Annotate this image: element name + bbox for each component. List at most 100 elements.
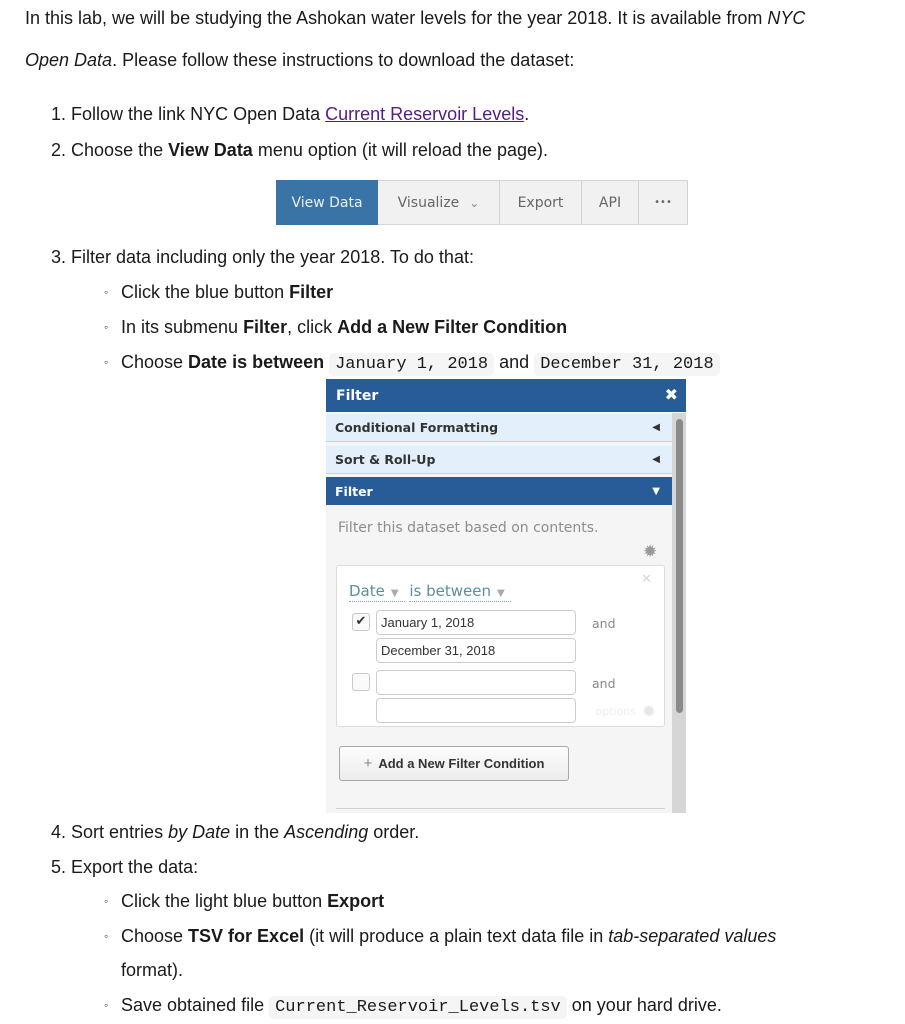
section-label: Filter <box>335 483 373 499</box>
intro-line-2: Open Data. Please follow these instructi… <box>25 50 574 70</box>
filter-panel-title: Filter <box>336 387 379 404</box>
step-text: Sort entries <box>71 822 169 842</box>
filter-panel-header: Filter ✖ <box>326 379 686 412</box>
bullet-icon: ◦ <box>104 285 109 299</box>
step-2: 2. Choose the View Data menu option (it … <box>51 140 548 160</box>
step-number: 2. <box>51 140 67 160</box>
divider <box>336 808 665 809</box>
filter-condition: ✕ Date ▼ is between ▼ ✔ and and options ✹ <box>336 565 665 727</box>
step-emphasis: by Date <box>168 822 231 842</box>
condition-2-to-input[interactable] <box>376 698 576 723</box>
step-3: 3. Filter data including only the year 2… <box>51 247 474 267</box>
step-bold: Date is between <box>188 352 325 372</box>
substep-5c: Save obtained file Current_Reservoir_Lev… <box>121 995 722 1019</box>
substep-3b: In its submenu Filter, click Add a New F… <box>121 317 567 337</box>
view-data-button[interactable]: View Data <box>276 180 378 225</box>
caret-left-icon: ◀ <box>652 422 660 433</box>
intro-emphasis: NYC <box>767 8 806 28</box>
step-text: Click the light blue button <box>121 891 328 911</box>
step-emphasis: tab-separated values <box>608 926 777 946</box>
step-bold: Add a New Filter Condition <box>337 317 568 337</box>
substep-3a: Click the blue button Filter <box>121 282 333 302</box>
section-label: Sort & Roll-Up <box>335 452 436 467</box>
step-number: 3. <box>51 247 67 267</box>
intro-emphasis: Open Data <box>25 50 113 70</box>
step-text: In its submenu <box>121 317 244 337</box>
condition-1-from-input[interactable] <box>376 610 576 635</box>
remove-condition-icon[interactable]: ✕ <box>641 572 652 587</box>
bullet-icon: ◦ <box>104 998 109 1012</box>
export-label: Export <box>517 194 564 211</box>
bullet-icon: ◦ <box>104 355 109 369</box>
scrollbar-thumb[interactable] <box>676 419 683 713</box>
column-select[interactable]: Date ▼ <box>349 582 405 602</box>
caret-down-icon: ▼ <box>652 485 660 497</box>
step-1: 1. Follow the link NYC Open Data Current… <box>51 104 529 124</box>
step-text: Save obtained file <box>121 995 270 1015</box>
step-bold: Filter <box>243 317 288 337</box>
step-text: Choose <box>121 926 189 946</box>
code-end-date: December 31, 2018 <box>534 353 720 376</box>
section-sort-rollup[interactable]: Sort & Roll-Up ◀ <box>326 446 672 474</box>
current-reservoir-levels-link[interactable]: Current Reservoir Levels <box>325 104 524 124</box>
step-number: 5. <box>51 857 67 877</box>
dropdown-icon: ▼ <box>390 588 399 599</box>
export-button[interactable]: Export <box>500 180 582 225</box>
add-filter-condition-label: Add a New Filter Condition <box>378 756 545 771</box>
bullet-icon: ◦ <box>104 929 109 943</box>
step-text: Filter data including only the year 2018… <box>71 247 474 267</box>
bullet-icon: ◦ <box>104 320 109 334</box>
section-label: Conditional Formatting <box>335 420 499 435</box>
intro-text: . Please follow these instructions to do… <box>112 50 575 70</box>
step-text: Click the blue button <box>121 282 290 302</box>
intro-text: In this lab, we will be studying the Ash… <box>25 8 768 28</box>
step-number: 4. <box>51 822 67 842</box>
plus-icon: + <box>363 755 373 772</box>
close-icon[interactable]: ✖ <box>665 385 678 404</box>
intro-line-1: In this lab, we will be studying the Ash… <box>25 8 805 28</box>
substep-5a: Click the light blue button Export <box>121 891 384 911</box>
step-bold: View Data <box>168 140 253 160</box>
step-text: in the <box>230 822 285 842</box>
condition-1-checkbox[interactable]: ✔ <box>352 613 370 631</box>
bullet-icon: ◦ <box>104 894 109 908</box>
visualize-button[interactable]: Visualize ⌄ <box>378 180 500 225</box>
dataset-toolbar: View Data Visualize ⌄ Export API ••• <box>276 180 688 225</box>
api-button[interactable]: API <box>582 180 639 225</box>
operator-value: is between <box>409 582 491 600</box>
more-button[interactable]: ••• <box>639 180 688 225</box>
condition-selectors: Date ▼ is between ▼ <box>349 582 511 602</box>
step-text: format). <box>121 960 184 980</box>
step-text: , click <box>287 317 338 337</box>
condition-2-checkbox[interactable] <box>352 673 370 691</box>
condition-2-from-input[interactable] <box>376 670 576 695</box>
more-icon: ••• <box>654 197 672 208</box>
and-label: and <box>592 676 616 691</box>
substep-5b: Choose TSV for Excel (it will produce a … <box>121 926 776 946</box>
dropdown-icon: ▼ <box>496 588 505 599</box>
condition-1-to-input[interactable] <box>376 638 576 663</box>
step-5: 5. Export the data: <box>51 857 198 877</box>
step-text: Follow the link NYC Open Data <box>71 104 326 124</box>
step-bold: Export <box>327 891 385 911</box>
code-start-date: January 1, 2018 <box>329 353 495 376</box>
gear-icon[interactable]: ✹ <box>643 542 657 562</box>
chevron-down-icon: ⌄ <box>469 195 480 210</box>
step-text: and <box>499 352 530 372</box>
options-label[interactable]: options <box>595 705 636 718</box>
section-filter[interactable]: Filter ▼ <box>326 477 672 505</box>
step-text: (it will produce a plain text data file … <box>304 926 609 946</box>
api-label: API <box>598 194 622 211</box>
step-bold: Filter <box>289 282 334 302</box>
step-text: . <box>524 104 530 124</box>
code-filename: Current_Reservoir_Levels.tsv <box>269 996 567 1019</box>
view-data-label: View Data <box>291 194 363 211</box>
step-text: order. <box>368 822 420 842</box>
step-text: on your hard drive. <box>571 995 722 1015</box>
options-gear-icon[interactable]: ✹ <box>642 702 656 722</box>
add-filter-condition-button[interactable]: + Add a New Filter Condition <box>339 746 569 781</box>
section-conditional-formatting[interactable]: Conditional Formatting ◀ <box>326 414 672 442</box>
operator-select[interactable]: is between ▼ <box>409 582 511 602</box>
step-text: Choose the <box>71 140 169 160</box>
step-text: Choose <box>121 352 189 372</box>
